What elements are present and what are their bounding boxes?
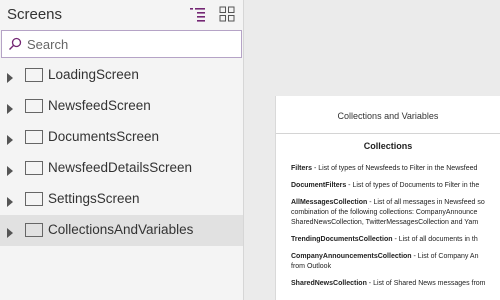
screen-label: CollectionsAndVariables [48, 222, 194, 237]
screen-label: DocumentsScreen [48, 129, 160, 144]
screen-item-newsfeeddetailsscreen[interactable]: NewsfeedDetailsScreen [0, 153, 243, 184]
screen-label: NewsfeedDetailsScreen [48, 160, 193, 175]
screens-pane: Screens Search LoadingScreen NewsfeedScr… [0, 0, 244, 300]
search-input[interactable] [27, 34, 232, 54]
screen-item-documentsscreen[interactable]: DocumentsScreen [0, 122, 243, 153]
collection-item-filters: Filters - List of types of Newsfeeds to … [291, 164, 500, 174]
app-preview[interactable]: Collections and Variables Collections Fi… [275, 96, 500, 300]
tree-view-icon[interactable] [189, 6, 207, 22]
screen-icon [25, 192, 43, 206]
description-line: combination of the following collections… [291, 209, 478, 216]
collection-name: Filters [291, 165, 313, 172]
expand-arrow-icon[interactable] [7, 70, 13, 83]
screen-icon [25, 68, 43, 82]
collection-item-documentfilters: DocumentFilters - List of types of Docum… [291, 181, 500, 191]
description-line: SharedNewsCollection - List of Shared Ne… [291, 280, 486, 287]
collection-item-trendingdocumentscollection: TrendingDocumentsCollection - List of al… [291, 235, 500, 245]
preview-heading: Collections [363, 141, 413, 151]
expand-arrow-icon[interactable] [7, 163, 13, 176]
expand-arrow-icon[interactable] [7, 194, 13, 207]
pane-header: Screens [0, 0, 244, 30]
preview-header: Collections and Variables [276, 96, 500, 134]
expand-arrow-icon[interactable] [7, 225, 13, 238]
preview-header-title: Collections and Variables [337, 111, 439, 121]
screen-icon [25, 223, 43, 237]
collection-item-companyannouncementscollection: CompanyAnnouncementsCollection - List of… [291, 252, 500, 272]
description-line: SharedNewsCollection, TwitterMessagesCol… [291, 219, 479, 226]
screen-label: SettingsScreen [48, 191, 140, 206]
screen-icon [25, 161, 43, 175]
description-line: AllMessagesCollection - List of all mess… [291, 199, 485, 206]
collection-name: DocumentFilters [291, 182, 347, 189]
screen-icon [25, 99, 43, 113]
search-box[interactable] [1, 30, 242, 58]
screen-label: LoadingScreen [48, 67, 139, 82]
collection-name: AllMessagesCollection [291, 199, 368, 206]
pane-title: Screens [7, 6, 63, 23]
collection-name: CompanyAnnouncementsCollection [291, 253, 412, 260]
collection-item-sharednewscollection: SharedNewsCollection - List of Shared Ne… [291, 279, 500, 289]
description-line: Filters - List of types of Newsfeeds to … [291, 165, 478, 172]
collection-name: SharedNewsCollection [291, 280, 367, 287]
description-line: from Outlook [291, 263, 332, 270]
screen-item-newsfeedscreen[interactable]: NewsfeedScreen [0, 91, 243, 122]
collection-item-allmessagescollection: AllMessagesCollection - List of all mess… [291, 198, 500, 228]
expand-arrow-icon[interactable] [7, 132, 13, 145]
grid-view-icon[interactable] [219, 6, 235, 22]
search-icon [8, 37, 22, 51]
screen-item-settingsscreen[interactable]: SettingsScreen [0, 184, 243, 215]
description-line: CompanyAnnouncementsCollection - List of… [291, 253, 479, 260]
screen-item-collectionsandvariables[interactable]: CollectionsAndVariables [0, 215, 243, 246]
screen-list: LoadingScreen NewsfeedScreen DocumentsSc… [0, 60, 243, 246]
collection-name: TrendingDocumentsCollection [291, 236, 393, 243]
description-line: TrendingDocumentsCollection - List of al… [291, 236, 478, 243]
screen-icon [25, 130, 43, 144]
preview-body: Filters - List of types of Newsfeeds to … [291, 164, 500, 296]
expand-arrow-icon[interactable] [7, 101, 13, 114]
description-line: DocumentFilters - List of types of Docum… [291, 182, 480, 189]
screen-item-loadingscreen[interactable]: LoadingScreen [0, 60, 243, 91]
screen-label: NewsfeedScreen [48, 98, 151, 113]
